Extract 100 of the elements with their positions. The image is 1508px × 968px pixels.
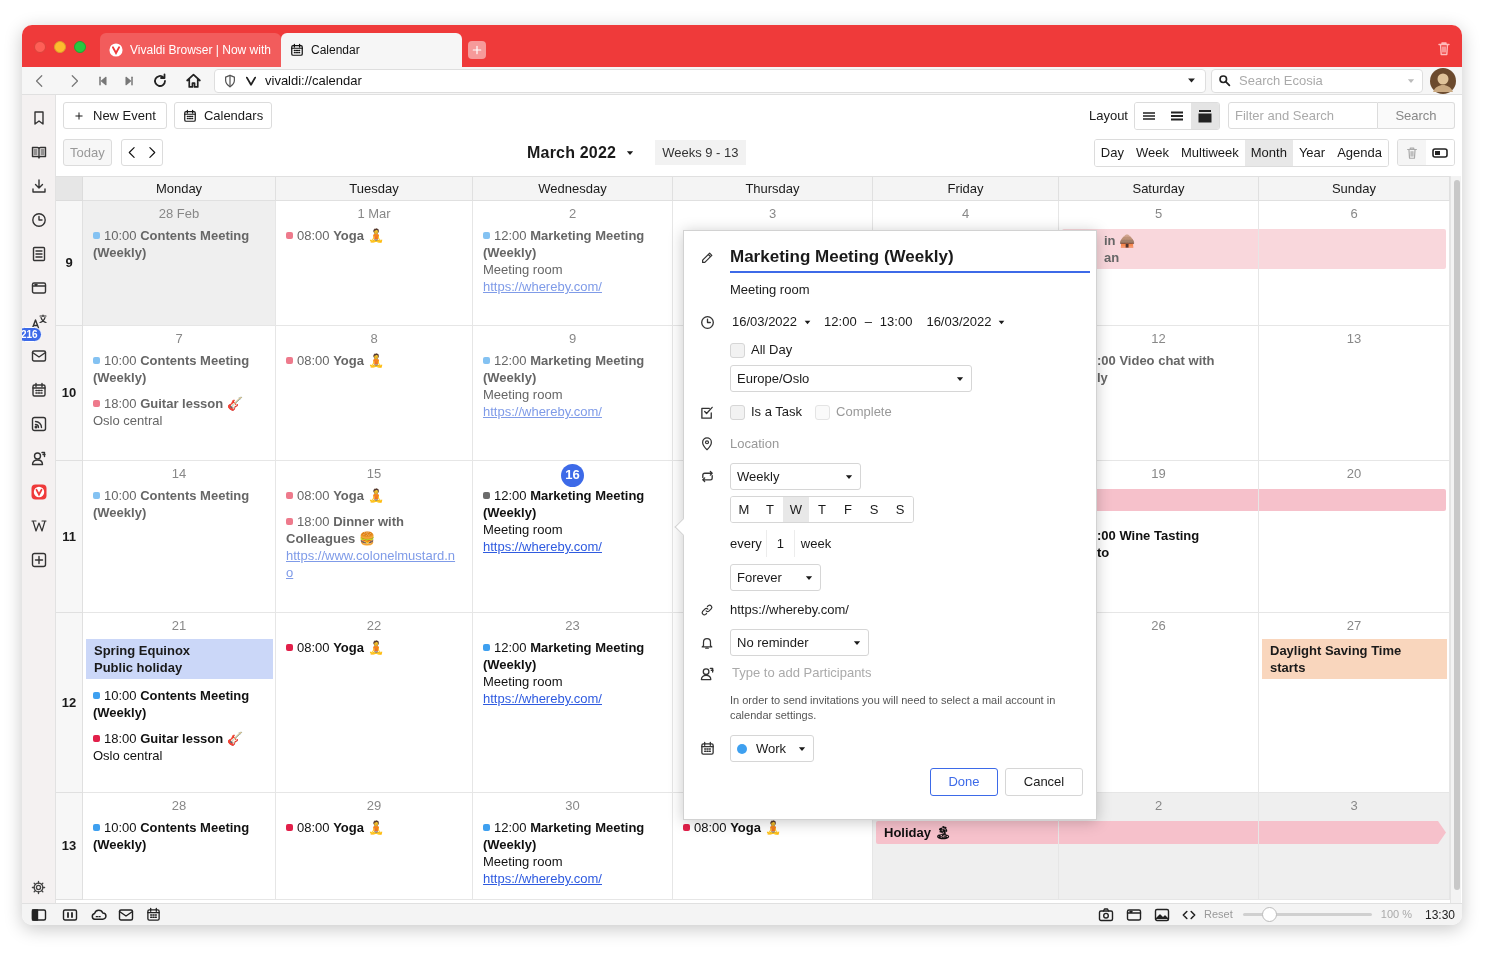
event-bar[interactable]: Holiday 🏝	[876, 821, 1058, 844]
day-number[interactable]: 19	[1151, 464, 1166, 484]
start-date-picker[interactable]: 16/03/2022	[732, 312, 813, 332]
day-cell[interactable]: 22 08:00 Yoga 🧘	[276, 613, 473, 793]
event-title[interactable]: 10:00 Contents Meeting (Weekly)	[93, 819, 265, 853]
settings-icon[interactable]	[31, 880, 46, 895]
event-title[interactable]: 18:00 Dinner with Colleagues 🍔	[286, 513, 462, 547]
event-title[interactable]: 08:00 Yoga 🧘	[286, 352, 462, 369]
day-number[interactable]: 20	[1346, 464, 1362, 484]
zoom-slider-thumb[interactable]	[1261, 907, 1277, 922]
checkbox-label[interactable]: All Day	[751, 340, 793, 360]
day-number[interactable]: 5	[1154, 204, 1163, 224]
rewind-icon[interactable]	[97, 74, 109, 87]
day-number[interactable]: 13	[1346, 329, 1362, 349]
day-cell[interactable]: 7 10:00 Contents Meeting (Weekly) 18:00 Guitar lesson 🎸 Oslo central	[83, 326, 276, 461]
day-number[interactable]: 21	[171, 616, 187, 636]
description-text[interactable]: Meeting room	[730, 280, 810, 300]
home-icon[interactable]	[185, 72, 202, 89]
event-title[interactable]: 08:00 Yoga 🧘	[286, 639, 462, 656]
day-number[interactable]: 28 Feb	[158, 204, 200, 224]
event-link[interactable]: https://whereby.com/	[483, 870, 662, 887]
done-button[interactable]: Done	[930, 768, 998, 796]
event-title[interactable]: 12:00 Marketing Meeting (Weekly)	[483, 639, 662, 673]
search-button[interactable]: Search	[1378, 102, 1455, 129]
all-day-event[interactable]: Spring Equinox Public holiday	[86, 639, 273, 679]
event-title[interactable]: 10:00 Contents Meeting (Weekly)	[93, 352, 265, 386]
dropdown-caret-icon[interactable]	[1186, 75, 1197, 86]
repeat-end-select[interactable]: Forever	[730, 564, 821, 591]
history-clock-icon[interactable]	[30, 212, 47, 228]
event-title[interactable]: 18:00 Guitar lesson 🎸	[93, 395, 265, 412]
feed-icon[interactable]	[30, 416, 47, 432]
cloud-sync-icon[interactable]	[90, 906, 107, 923]
event-title[interactable]: 10:00 Contents Meeting (Weekly)	[93, 227, 265, 261]
cancel-button[interactable]: Cancel	[1005, 768, 1083, 796]
new-tab-button[interactable]	[468, 41, 486, 59]
day-cell[interactable]: 21 Spring Equinox Public holiday 10:00 Contents Meeting (Weekly) 18:00 Guitar lesson 🎸 Oslo central	[83, 613, 276, 793]
mail-icon[interactable]	[118, 906, 134, 923]
zoom-slider[interactable]	[1242, 907, 1372, 922]
end-date-picker[interactable]: 16/03/2022	[926, 312, 1007, 332]
day-number[interactable]: 27	[1346, 616, 1362, 636]
day-number[interactable]: 26	[1151, 616, 1166, 636]
address-field[interactable]: vivaldi://calendar	[214, 68, 1206, 93]
interval-field[interactable]: 1	[765, 530, 795, 557]
tiling-icon[interactable]	[62, 906, 78, 923]
layout-button[interactable]	[1191, 102, 1219, 129]
checkbox[interactable]	[730, 342, 745, 358]
view-tab[interactable]: Month	[1244, 139, 1293, 166]
wikipedia-w-icon[interactable]	[30, 518, 47, 534]
day-cell[interactable]: 15 08:00 Yoga 🧘 18:00 Dinner with Colleagues 🍔 https://www.colonelmustard.no	[276, 461, 473, 613]
reminder-select[interactable]: No reminder	[730, 629, 869, 656]
event-link[interactable]: https://whereby.com/	[483, 538, 662, 555]
calendar-icon[interactable]	[146, 907, 161, 922]
day-number[interactable]: 3	[768, 204, 777, 224]
day-number[interactable]: 2	[1154, 796, 1163, 816]
event-title[interactable]: 12:00 Marketing Meeting (Weekly)	[483, 487, 662, 521]
event-title[interactable]: 12:00 Marketing Meeting (Weekly)	[483, 352, 662, 386]
day-cell[interactable]: 29 08:00 Yoga 🧘	[276, 793, 473, 900]
repeat-select[interactable]: Weekly	[730, 463, 861, 490]
day-number[interactable]: 8	[370, 329, 378, 349]
day-number[interactable]: 1 Mar	[357, 204, 391, 224]
event-link[interactable]: https://whereby.com/	[483, 690, 662, 707]
day-cell[interactable]: 16 12:00 Marketing Meeting (Weekly) Meeting room https://whereby.com/	[473, 461, 673, 613]
window-icon[interactable]	[1126, 906, 1142, 923]
day-number[interactable]: 6	[1350, 204, 1358, 224]
event-title[interactable]: 10:00 Contents Meeting (Weekly)	[93, 687, 265, 721]
scrollbar[interactable]	[1450, 176, 1461, 903]
download-icon[interactable]	[30, 178, 47, 194]
end-time-field[interactable]: 13:00	[879, 312, 913, 332]
event-title[interactable]: 08:00 Yoga 🧘	[286, 819, 462, 836]
event-title[interactable]: 08:00 Yoga 🧘	[286, 227, 462, 244]
event-title[interactable]: :00 Video chat with	[1097, 352, 1248, 369]
day-cell[interactable]: 28 10:00 Contents Meeting (Weekly)	[83, 793, 276, 900]
day-cell[interactable]: 13	[1259, 326, 1450, 461]
add-panel-icon[interactable]	[30, 552, 47, 568]
day-number[interactable]: 30	[565, 796, 580, 816]
shield-icon[interactable]	[223, 73, 237, 88]
title-field[interactable]: Marketing Meeting (Weekly)	[730, 243, 1090, 273]
weekday-toggle[interactable]: W	[783, 497, 809, 522]
day-number[interactable]: 29	[366, 796, 382, 816]
fast-forward-icon[interactable]	[123, 74, 135, 87]
image-icon[interactable]	[1154, 906, 1170, 923]
timezone-select[interactable]: Europe/Oslo	[730, 365, 972, 392]
day-cell[interactable]: 14 10:00 Contents Meeting (Weekly)	[83, 461, 276, 613]
day-number[interactable]: 28	[171, 796, 187, 816]
event-title[interactable]: 08:00 Yoga 🧘	[286, 487, 462, 504]
event-title[interactable]: 12:00 Marketing Meeting (Weekly)	[483, 819, 662, 853]
event-title[interactable]: 12:00 Marketing Meeting (Weekly)	[483, 227, 662, 261]
day-number[interactable]: 9	[568, 329, 577, 349]
day-cell[interactable]: 20	[1259, 461, 1450, 613]
event-title[interactable]: :00 Wine Tasting	[1097, 527, 1248, 544]
day-cell[interactable]: 1 Mar 08:00 Yoga 🧘	[276, 201, 473, 326]
browser-tab[interactable]: Calendar	[281, 33, 462, 67]
day-cell[interactable]: 9 12:00 Marketing Meeting (Weekly) Meeting room https://whereby.com/	[473, 326, 673, 461]
day-cell[interactable]: 2	[1059, 793, 1259, 900]
event-title[interactable]: ly	[1097, 369, 1248, 386]
mail-icon[interactable]	[30, 348, 47, 364]
day-number[interactable]: 23	[565, 616, 580, 636]
day-cell[interactable]: 27 Daylight Saving Time starts	[1259, 613, 1450, 793]
day-cell[interactable]: 6	[1259, 201, 1450, 326]
panel-toggle-icon[interactable]	[31, 906, 47, 923]
